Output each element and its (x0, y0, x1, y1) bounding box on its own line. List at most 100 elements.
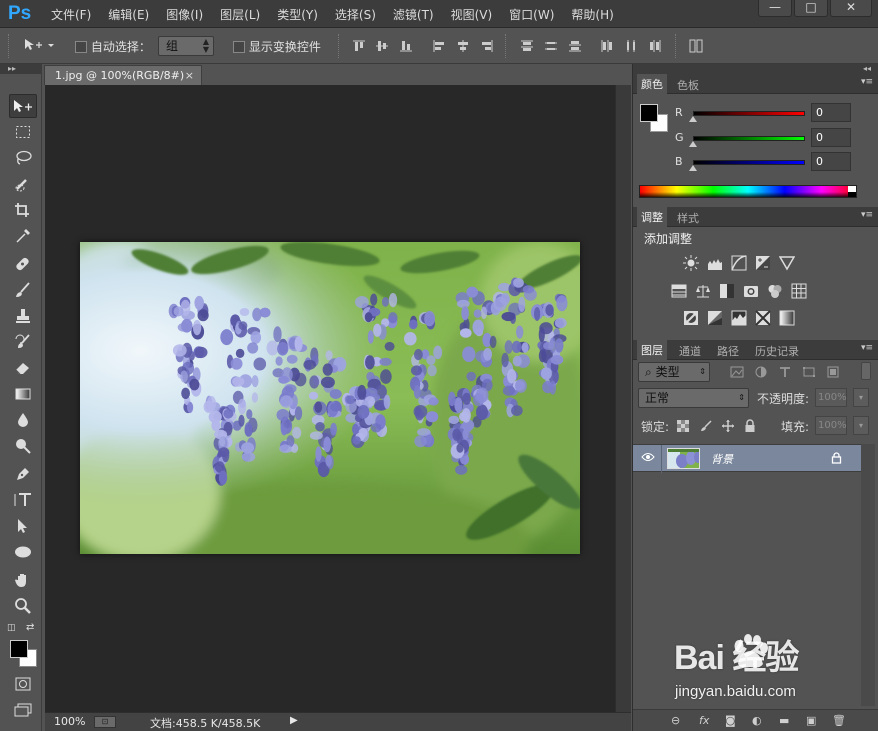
align-bottom-icon[interactable] (399, 39, 413, 53)
canvas-area[interactable] (45, 85, 615, 712)
panel-menu-icon[interactable]: ▾≡ (861, 210, 873, 220)
tab-channels[interactable]: 通道 (675, 343, 705, 359)
auto-select-option[interactable]: 自动选择： (75, 38, 151, 55)
red-thumb[interactable] (689, 116, 697, 122)
filter-type-icon[interactable] (778, 366, 792, 378)
selective-color-icon[interactable] (755, 310, 771, 326)
tab-swatches[interactable]: 色板 (673, 77, 703, 93)
color-spectrum-ramp[interactable] (639, 185, 857, 198)
invert-icon[interactable] (683, 310, 699, 326)
filter-shape-icon[interactable] (802, 366, 816, 378)
filter-pixel-icon[interactable] (730, 366, 744, 378)
posterize-icon[interactable] (707, 310, 723, 326)
red-slider[interactable]: R 0 (675, 103, 878, 122)
tool-history-brush[interactable] (9, 330, 37, 354)
layers-scrollbar[interactable] (861, 444, 875, 706)
hue-saturation-icon[interactable] (671, 283, 687, 299)
color-panel-foreground-swatch[interactable] (640, 104, 658, 122)
distribute-hcenter-icon[interactable] (624, 39, 638, 53)
auto-select-checkbox[interactable] (75, 40, 87, 53)
layer-thumbnail[interactable] (667, 448, 700, 469)
color-lookup-icon[interactable] (791, 283, 807, 299)
green-value-input[interactable]: 0 (811, 128, 851, 147)
green-track[interactable] (693, 136, 805, 141)
options-grip[interactable] (8, 34, 12, 58)
tool-gradient[interactable] (9, 382, 37, 406)
distribute-vcenter-icon[interactable] (544, 39, 558, 53)
status-menu-arrow-icon[interactable]: ▶ (290, 715, 298, 726)
tool-move[interactable] (9, 94, 37, 118)
channel-mixer-icon[interactable] (767, 283, 783, 299)
new-group-icon[interactable]: ▬ (779, 714, 789, 727)
layer-name[interactable]: 背景 (711, 451, 733, 467)
restore-button[interactable]: □ (794, 0, 828, 17)
panel-collapse-icon[interactable]: ◂◂ (633, 64, 878, 74)
menu-window[interactable]: 窗口(W) (509, 6, 554, 23)
tool-clone-stamp[interactable] (9, 304, 37, 328)
tool-eyedropper[interactable] (9, 224, 37, 248)
canvas-vertical-scrollbar[interactable] (615, 85, 631, 712)
lock-transparent-pixels-icon[interactable] (677, 420, 689, 432)
tab-paths[interactable]: 路径 (713, 343, 743, 359)
menu-select[interactable]: 选择(S) (335, 6, 376, 23)
tool-lasso[interactable] (9, 146, 37, 170)
exposure-icon[interactable] (755, 255, 771, 271)
tool-screen-mode[interactable] (9, 698, 37, 722)
filter-adjustment-icon[interactable] (754, 366, 768, 378)
lock-image-pixels-icon[interactable] (700, 420, 712, 432)
distribute-top-icon[interactable] (520, 39, 534, 53)
fill-input[interactable]: 100% (815, 416, 847, 435)
menu-filter[interactable]: 滤镜(T) (393, 6, 434, 23)
distribute-right-icon[interactable] (648, 39, 662, 53)
opacity-dropdown-icon[interactable]: ▾ (853, 388, 869, 407)
tool-quick-select[interactable] (9, 172, 37, 196)
tool-dodge[interactable] (9, 434, 37, 458)
green-thumb[interactable] (689, 141, 697, 147)
lock-all-icon[interactable] (744, 419, 756, 432)
show-transform-option[interactable]: 显示变换控件 (233, 38, 321, 55)
swap-colors-icon[interactable]: ⇄ (26, 622, 34, 633)
brightness-contrast-icon[interactable] (683, 255, 699, 271)
red-value-input[interactable]: 0 (811, 103, 851, 122)
tool-blur[interactable] (9, 408, 37, 432)
delete-layer-icon[interactable]: 🗑 (832, 714, 846, 727)
tool-quick-mask[interactable] (9, 672, 37, 696)
tool-zoom[interactable] (9, 594, 37, 618)
layer-row[interactable]: 背景 (633, 444, 861, 473)
foreground-color-swatch[interactable] (10, 640, 28, 658)
tab-adjustments[interactable]: 调整 (637, 207, 667, 227)
photo-filter-icon[interactable] (743, 283, 759, 299)
color-balance-icon[interactable] (695, 283, 711, 299)
tool-hand[interactable] (9, 568, 37, 592)
tab-history[interactable]: 历史记录 (751, 343, 803, 359)
opacity-input[interactable]: 100% (815, 388, 847, 407)
add-mask-icon[interactable]: ◙ (725, 714, 736, 727)
tab-color[interactable]: 颜色 (637, 74, 667, 94)
menu-image[interactable]: 图像(I) (166, 6, 203, 23)
align-top-icon[interactable] (352, 39, 366, 53)
filter-toggle-switch[interactable] (861, 362, 871, 380)
blue-value-input[interactable]: 0 (811, 152, 851, 171)
tool-ellipse[interactable] (9, 540, 37, 564)
tool-crop[interactable] (9, 198, 37, 222)
panel-menu-icon[interactable]: ▾≡ (861, 77, 873, 87)
layer-style-fx-icon[interactable]: fx (699, 714, 709, 727)
align-hcenter-icon[interactable] (456, 39, 470, 53)
menu-layer[interactable]: 图层(L) (220, 6, 260, 23)
zoom-level-input[interactable]: 100% (54, 715, 85, 728)
filter-smart-object-icon[interactable] (826, 366, 840, 378)
tool-type[interactable] (9, 488, 37, 512)
blend-mode-select[interactable]: 正常 ⇕ (638, 388, 749, 408)
layer-kind-filter-select[interactable]: ⌕ 类型 ⇕ (638, 362, 710, 382)
red-track[interactable] (693, 111, 805, 116)
tool-pen[interactable] (9, 462, 37, 486)
close-button[interactable]: ✕ (830, 0, 872, 17)
auto-select-target-select[interactable]: 组 ▲ ▼ (158, 36, 214, 56)
curves-icon[interactable] (731, 255, 747, 271)
tool-brush[interactable] (9, 278, 37, 302)
lock-position-icon[interactable] (722, 420, 734, 432)
menu-view[interactable]: 视图(V) (451, 6, 493, 23)
menu-type[interactable]: 类型(Y) (277, 6, 318, 23)
toolbox-collapse-icon[interactable]: ▸▸ (0, 64, 41, 74)
tool-preset-picker[interactable] (24, 38, 56, 56)
